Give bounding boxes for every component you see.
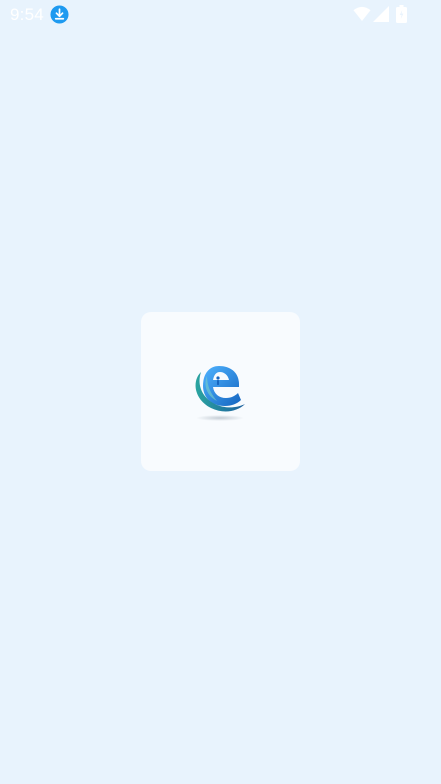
- signal-icon: [373, 6, 389, 22]
- status-time: 9:54: [10, 5, 44, 24]
- splash-logo-card: [141, 312, 300, 471]
- app-logo-icon: [195, 366, 245, 421]
- wifi-icon: [353, 6, 371, 21]
- splash-screen: 9:54: [0, 0, 441, 784]
- battery-icon: [396, 5, 407, 23]
- status-bar: 9:54: [0, 0, 441, 30]
- download-icon: [50, 5, 69, 24]
